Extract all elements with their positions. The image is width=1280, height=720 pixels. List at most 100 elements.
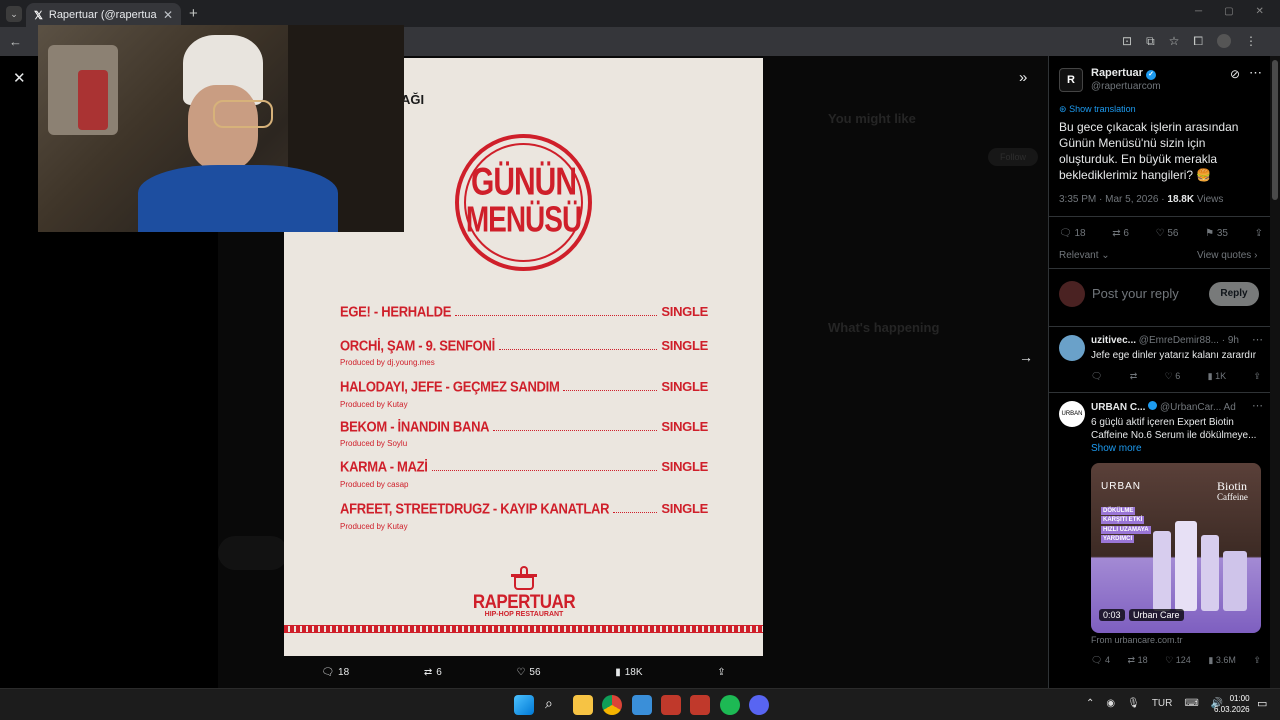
tray-chevron-icon[interactable]: ⌃ [1086, 698, 1094, 709]
verified-badge-icon: ✓ [1146, 70, 1157, 80]
author-avatar[interactable]: R [1059, 68, 1083, 92]
next-image-icon[interactable]: → [1019, 349, 1033, 365]
pot-logo-icon [510, 566, 538, 592]
bookmark-star-icon[interactable]: ☆ [1169, 34, 1180, 49]
media-reply-button[interactable]: 🗨 18 [321, 667, 349, 678]
menu-row-type: SINGLE [661, 304, 708, 319]
ad-img-tag2: KARŞITI ETKİ [1101, 516, 1145, 524]
maximize-icon[interactable]: ▢ [1224, 6, 1233, 17]
verified-badge-icon [1148, 401, 1158, 410]
media-views-button[interactable]: ▮ 18K [615, 667, 642, 678]
reply-button[interactable]: 🗨 18 [1059, 228, 1086, 239]
back-icon[interactable]: ← [9, 34, 22, 49]
ad-author-handle[interactable]: @UrbanCar... [1160, 402, 1221, 413]
grok-icon[interactable]: ⊘ [1230, 67, 1240, 81]
close-tab-icon[interactable]: ✕ [163, 8, 173, 22]
discord-icon[interactable] [749, 695, 769, 715]
menu-row: KARMA - MAZİ SINGLE [340, 458, 708, 475]
show-translation-link[interactable]: ⊛ Show translation [1059, 104, 1136, 115]
media-share-button[interactable]: ⇪ [717, 667, 725, 678]
spotify-icon[interactable] [720, 695, 740, 715]
chrome-icon[interactable] [602, 695, 622, 715]
ad-like-button[interactable]: ♡ 124 [1165, 655, 1191, 666]
ad-share-button[interactable]: ⇪ [1253, 655, 1261, 666]
ad-domain[interactable]: From urbancare.com.tr [1091, 635, 1183, 645]
close-media-icon[interactable]: ✕ [13, 69, 26, 87]
ad-more-icon[interactable]: ⋯ [1252, 399, 1263, 412]
author-name[interactable]: Rapertuar ✓ [1091, 67, 1157, 80]
browser-tab[interactable]: 𝕏 Rapertuar (@rapertuarcom) / X ✕ [26, 3, 181, 27]
menu-row-producer: Produced by casap [340, 480, 409, 489]
cast-icon[interactable]: ⧉ [1146, 34, 1155, 49]
ad-views-button[interactable]: ▮ 3.6M [1208, 655, 1235, 666]
share-button[interactable]: ⇪ [1255, 228, 1263, 239]
reply-input[interactable]: Post your reply [1092, 286, 1179, 301]
photos-icon[interactable] [632, 695, 652, 715]
search-icon[interactable]: ⌕ [545, 695, 553, 712]
language-indicator[interactable]: TUR [1152, 698, 1173, 709]
app-icon-red-2[interactable] [690, 695, 710, 715]
close-window-icon[interactable]: ✕ [1256, 6, 1264, 17]
tray-discord-icon[interactable]: ◉ [1106, 698, 1115, 709]
microphone-icon[interactable]: 🎙 [1127, 698, 1140, 709]
panel-scroll-thumb[interactable] [1272, 60, 1278, 200]
repost-button[interactable]: ⇄ 6 [1112, 228, 1129, 239]
tab-list-button[interactable]: ⌄ [6, 6, 22, 22]
ad-avatar[interactable]: URBAN [1059, 401, 1085, 427]
reply-repost-button[interactable]: ⇄ [1130, 371, 1138, 382]
clock-date: 6.03.2026 [1214, 705, 1250, 714]
clock[interactable]: 01:00 6.03.2026 [1214, 693, 1250, 715]
tweet-detail-panel: R Rapertuar ✓ @rapertuarcom ⊘ ⋯ ⊛ Show t… [1048, 56, 1270, 688]
collapse-panel-icon[interactable]: » [1019, 69, 1027, 86]
reply-avatar[interactable] [1059, 335, 1085, 361]
x-logo-icon: 𝕏 [34, 9, 43, 22]
media-repost-button[interactable]: ⇄ 6 [424, 667, 442, 678]
new-tab-button[interactable]: + [189, 5, 198, 22]
ad-author-name[interactable]: URBAN C... [1091, 402, 1145, 413]
menu-row-title: HALODAYI, JEFE - GEÇMEZ SANDIM [340, 377, 560, 396]
tweet-actions: 🗨 18 ⇄ 6 ♡ 56 ⚑ 35 ⇪ [1059, 228, 1263, 239]
reply-share-button[interactable]: ⇪ [1253, 371, 1261, 382]
browser-tab-bar: ⌄ 𝕏 Rapertuar (@rapertuarcom) / X ✕ + ─ … [0, 0, 1280, 27]
like-button[interactable]: ♡ 56 [1156, 228, 1179, 239]
menu-icon[interactable]: ⋮ [1245, 34, 1257, 49]
minimize-icon[interactable]: ─ [1195, 6, 1202, 17]
menu-row-type: SINGLE [661, 459, 708, 474]
ad-media[interactable]: URBAN Biotin Caffeine DÖKÜLME KARŞITI ET… [1091, 463, 1261, 633]
reply-reply-button[interactable]: 🗨 [1091, 371, 1102, 382]
show-more-link[interactable]: Show more [1091, 443, 1142, 454]
author-handle[interactable]: @rapertuarcom [1091, 81, 1161, 92]
ad-repost-button[interactable]: ⇄ 18 [1128, 655, 1148, 666]
network-icon[interactable]: ⌨ [1184, 698, 1198, 709]
menu-row: HALODAYI, JEFE - GEÇMEZ SANDIM SINGLE [340, 377, 708, 396]
translate-icon[interactable]: ⊡ [1122, 34, 1132, 49]
file-explorer-icon[interactable] [573, 695, 593, 715]
ad-img-product-line2: Caffeine [1217, 492, 1248, 502]
notification-icon[interactable]: ▭ [1257, 697, 1267, 710]
media-like-button[interactable]: ♡ 56 [516, 667, 540, 678]
background-follow-button: Follow [988, 148, 1038, 166]
webcam-overlay [38, 25, 404, 232]
toolbar-right-icons: ⊡ ⧉ ☆ ⧠ ⋮ [1122, 34, 1257, 49]
bookmark-button[interactable]: ⚑ 35 [1205, 228, 1228, 239]
reply-submit-button[interactable]: Reply [1209, 282, 1259, 306]
menu-row-title: ORCHİ, ŞAM - 9. SENFONİ [340, 336, 495, 355]
reply-author-name[interactable]: uzitivec... [1091, 335, 1136, 346]
view-quotes-link[interactable]: View quotes › [1197, 250, 1257, 261]
video-duration-badge: 0:03 [1099, 609, 1125, 621]
app-icon-red-1[interactable] [661, 695, 681, 715]
profile-icon[interactable] [1217, 34, 1232, 48]
reply-more-icon[interactable]: ⋯ [1252, 333, 1263, 346]
ad-img-tag1: DÖKÜLME [1101, 507, 1136, 515]
start-icon[interactable] [514, 695, 534, 715]
ad-text: 6 güçlü aktif içeren Expert Biotin Caffe… [1091, 417, 1257, 441]
repost-icon: ⇄ [423, 666, 433, 678]
menu-row-type: SINGLE [661, 419, 708, 434]
reply-like-button[interactable]: ♡ 6 [1165, 371, 1181, 382]
ad-reply-button[interactable]: 🗨 4 [1091, 655, 1110, 666]
sort-replies-dropdown[interactable]: Relevant ⌄ [1059, 250, 1110, 261]
reply-views-button[interactable]: ▮ 1K [1208, 371, 1226, 382]
more-options-icon[interactable]: ⋯ [1249, 65, 1262, 81]
reply-author-handle[interactable]: @EmreDemir88... [1139, 335, 1219, 346]
extensions-icon[interactable]: ⧠ [1193, 34, 1203, 49]
